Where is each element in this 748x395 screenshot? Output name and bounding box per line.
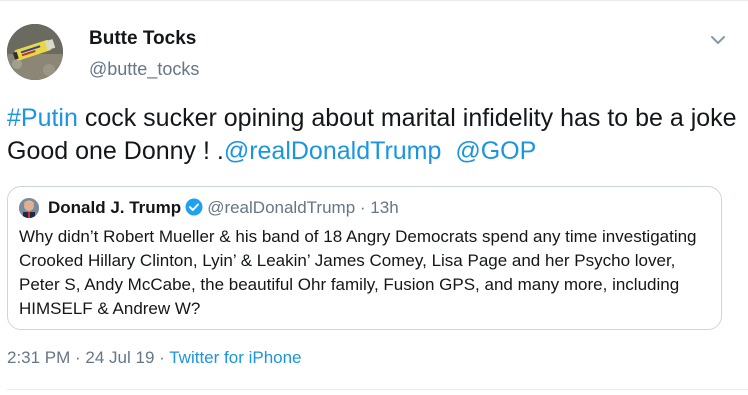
chevron-down-icon[interactable] <box>709 33 727 47</box>
mention-realdonaldtrump[interactable]: @realDonaldTrump <box>224 137 442 165</box>
hashtag-putin[interactable]: #Putin <box>7 104 78 132</box>
bottom-divider <box>7 389 748 390</box>
quoted-author-handle: @realDonaldTrump <box>207 198 356 217</box>
tweet-source-link[interactable]: Twitter for iPhone <box>169 348 301 367</box>
tweet-time: 2:31 PM <box>7 348 71 367</box>
quoted-author-avatar <box>19 198 39 218</box>
top-divider <box>0 0 748 1</box>
verified-badge-icon <box>185 198 203 222</box>
quoted-tweet-text: Why didn’t Robert Mueller & his band of … <box>19 227 697 318</box>
tweet-text-spacer <box>441 137 455 165</box>
quoted-separator: · <box>359 198 366 217</box>
meta-separator: · <box>70 348 86 367</box>
meta-separator: · <box>154 348 170 367</box>
tweet-text: #Putin cock sucker opining about marital… <box>7 102 737 168</box>
author-avatar[interactable] <box>7 24 63 80</box>
mention-gop[interactable]: @GOP <box>455 137 536 165</box>
quoted-timestamp: 13h <box>370 198 399 217</box>
quoted-tweet-header: Donald J. Trump @realDonaldTrump · 13h <box>48 197 399 222</box>
quoted-tweet[interactable]: Donald J. Trump @realDonaldTrump · 13h Wh… <box>7 186 722 330</box>
quoted-author-name: Donald J. Trump <box>48 198 182 217</box>
author-display-name[interactable]: Butte Tocks <box>89 28 196 50</box>
author-handle[interactable]: @butte_tocks <box>89 59 199 80</box>
tweet-meta: 2:31 PM · 24 Jul 19 · Twitter for iPhone <box>7 348 302 368</box>
tweet-date: 24 Jul 19 <box>85 348 155 367</box>
